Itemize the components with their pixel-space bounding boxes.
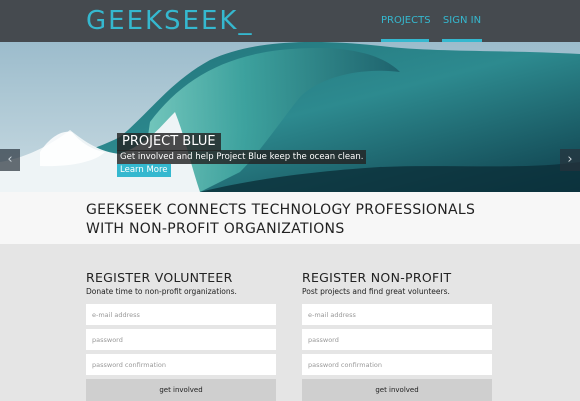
password-field[interactable] (302, 329, 492, 350)
nav-projects-label[interactable]: PROJECTS (381, 15, 431, 26)
slider-next-button[interactable]: › (560, 149, 580, 171)
register-volunteer-form: REGISTER VOLUNTEER Donate time to non-pr… (86, 270, 276, 401)
slide-caption-text: Get involved and help Project Blue keep … (117, 150, 367, 164)
learn-more-link[interactable]: Learn More (117, 164, 171, 177)
site-logo[interactable]: GEEKSEEK_ (86, 6, 253, 36)
chevron-right-icon[interactable]: › (567, 152, 572, 167)
form-heading: REGISTER NON-PROFIT (302, 270, 452, 285)
slider-prev-button[interactable]: ‹ (0, 149, 20, 171)
tagline-band: GEEKSEEK CONNECTS TECHNOLOGY PROFESSIONA… (0, 192, 580, 244)
password-confirm-field[interactable] (302, 354, 492, 375)
email-field[interactable] (302, 304, 492, 325)
get-involved-button[interactable]: get involved (86, 379, 276, 401)
slide-indicators (505, 184, 570, 218)
form-subheading: Post projects and find great volunteers. (302, 287, 450, 296)
site-header: GEEKSEEK_ PROJECTS SIGN IN (0, 0, 580, 42)
register-nonprofit-form: REGISTER NON-PROFIT Post projects and fi… (302, 270, 492, 401)
chevron-left-icon[interactable]: ‹ (7, 152, 12, 167)
wave-photo (0, 42, 580, 192)
password-confirm-field[interactable] (86, 354, 276, 375)
email-field[interactable] (86, 304, 276, 325)
get-involved-button[interactable]: get involved (302, 379, 492, 401)
nav-projects[interactable]: PROJECTS (381, 0, 431, 42)
password-field[interactable] (86, 329, 276, 350)
nav-sign-in-label[interactable]: SIGN IN (443, 15, 481, 26)
form-heading: REGISTER VOLUNTEER (86, 270, 233, 285)
slide-caption-title: PROJECT BLUE (117, 133, 221, 151)
form-subheading: Donate time to non-profit organizations. (86, 287, 237, 296)
hero-slider: ‹ › (0, 42, 580, 192)
tagline: GEEKSEEK CONNECTS TECHNOLOGY PROFESSIONA… (86, 202, 476, 237)
nav-sign-in[interactable]: SIGN IN (442, 0, 482, 42)
